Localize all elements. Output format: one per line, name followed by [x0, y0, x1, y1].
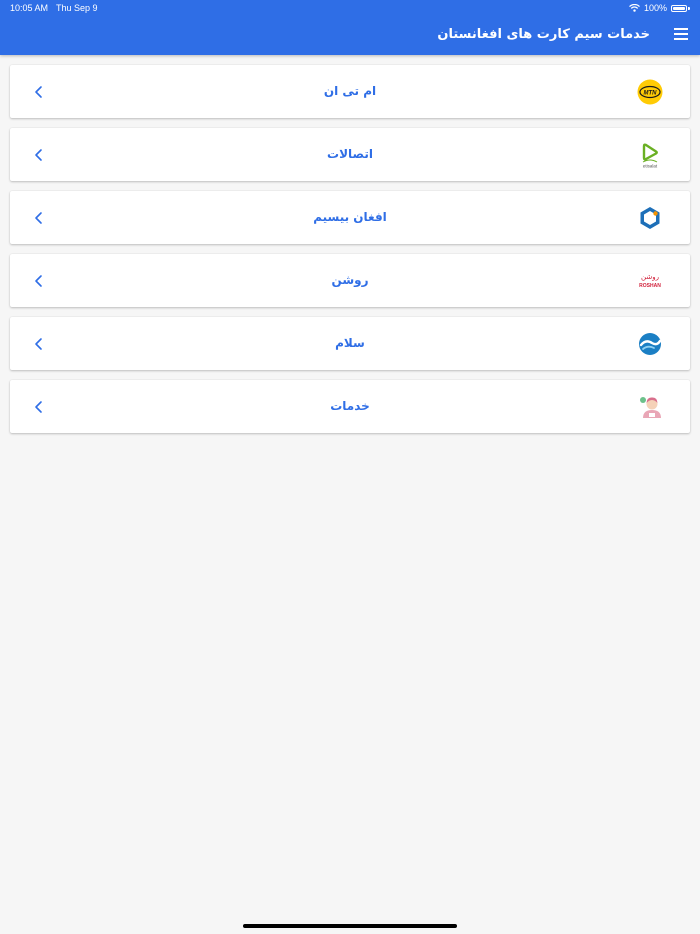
logo-text: etisalat [643, 164, 658, 169]
logo-text: روشن [641, 273, 659, 281]
app-header: 10:05 AM Thu Sep 9 100% خدمات سیم کارت ه… [0, 0, 700, 55]
salaam-logo-icon [639, 333, 662, 355]
list-item-label: افغان بیسیم [313, 210, 387, 224]
logo-text: ROSHAN [639, 283, 661, 289]
list-item-label: روشن [331, 273, 369, 287]
etisalat-logo-icon: etisalat [642, 143, 658, 169]
list-item-afghan-wireless[interactable]: افغان بیسیم [10, 191, 690, 244]
status-indicators: 100% [629, 3, 690, 13]
battery-icon [671, 4, 687, 12]
list-item-etisalat[interactable]: اتصالات etisalat [10, 128, 690, 181]
list-item-label: ام تی ان [323, 84, 377, 98]
status-time: 10:05 AM [10, 3, 49, 13]
list-item-roshan[interactable]: روشن روشن ROSHAN [10, 254, 690, 307]
roshan-logo-icon: روشن ROSHAN [639, 273, 661, 289]
home-indicator[interactable] [243, 924, 457, 928]
awcc-logo-icon [640, 207, 660, 229]
mtn-logo-icon: MTN [637, 79, 663, 105]
list-item-mtn[interactable]: ام تی ان MTN [10, 65, 690, 118]
menu-icon[interactable] [674, 28, 688, 40]
page-title: خدمات سیم کارت های افغانستان [437, 27, 650, 42]
wifi-icon [629, 4, 640, 12]
svg-text:MTN: MTN [644, 90, 658, 96]
list-item-salaam[interactable]: سلام [10, 317, 690, 370]
battery-percent: 100% [643, 3, 667, 13]
list-item-services[interactable]: خدمات [10, 380, 690, 433]
list-item-label: سلام [335, 336, 365, 350]
list-item-label: اتصالات [327, 147, 373, 161]
status-date: Thu Sep 9 [56, 3, 98, 13]
support-agent-icon [640, 397, 661, 418]
operator-list: ام تی ان MTN اتصالات etisalat افغان بیسی… [10, 65, 690, 443]
list-item-label: خدمات [330, 399, 370, 413]
battery-tip [688, 6, 690, 10]
